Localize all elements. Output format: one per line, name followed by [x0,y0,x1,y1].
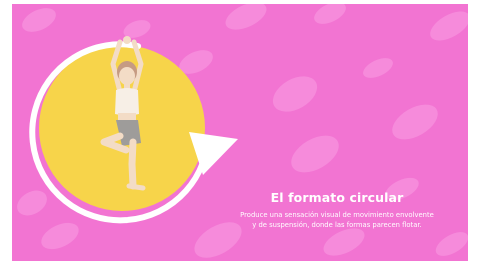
description-line-1: Produce una sensación visual de movimien… [240,211,434,219]
blob [363,58,393,78]
blob [22,8,56,32]
slide: El formato circular Produce una sensació… [12,4,468,261]
blob [225,4,267,30]
slide-title: El formato circular [270,190,404,205]
figure-head [119,67,135,85]
figure-midriff [118,113,136,121]
figure-foot [126,183,146,191]
description-line-2: y de suspensión, donde las formas parece… [252,221,422,229]
blob [291,135,339,173]
figure-top [115,88,139,116]
blob [392,104,438,140]
blob [17,190,47,216]
figure-hands [123,36,131,44]
circular-arrow-head [189,132,238,175]
blob [41,222,79,250]
caption-block: El formato circular Produce una sensació… [212,190,462,230]
blob [272,76,318,112]
video-frame: El formato circular Produce una sensació… [0,0,479,274]
blob [314,4,346,24]
blob [435,232,468,256]
figure-standing-leg [128,138,137,190]
blob [430,11,468,41]
